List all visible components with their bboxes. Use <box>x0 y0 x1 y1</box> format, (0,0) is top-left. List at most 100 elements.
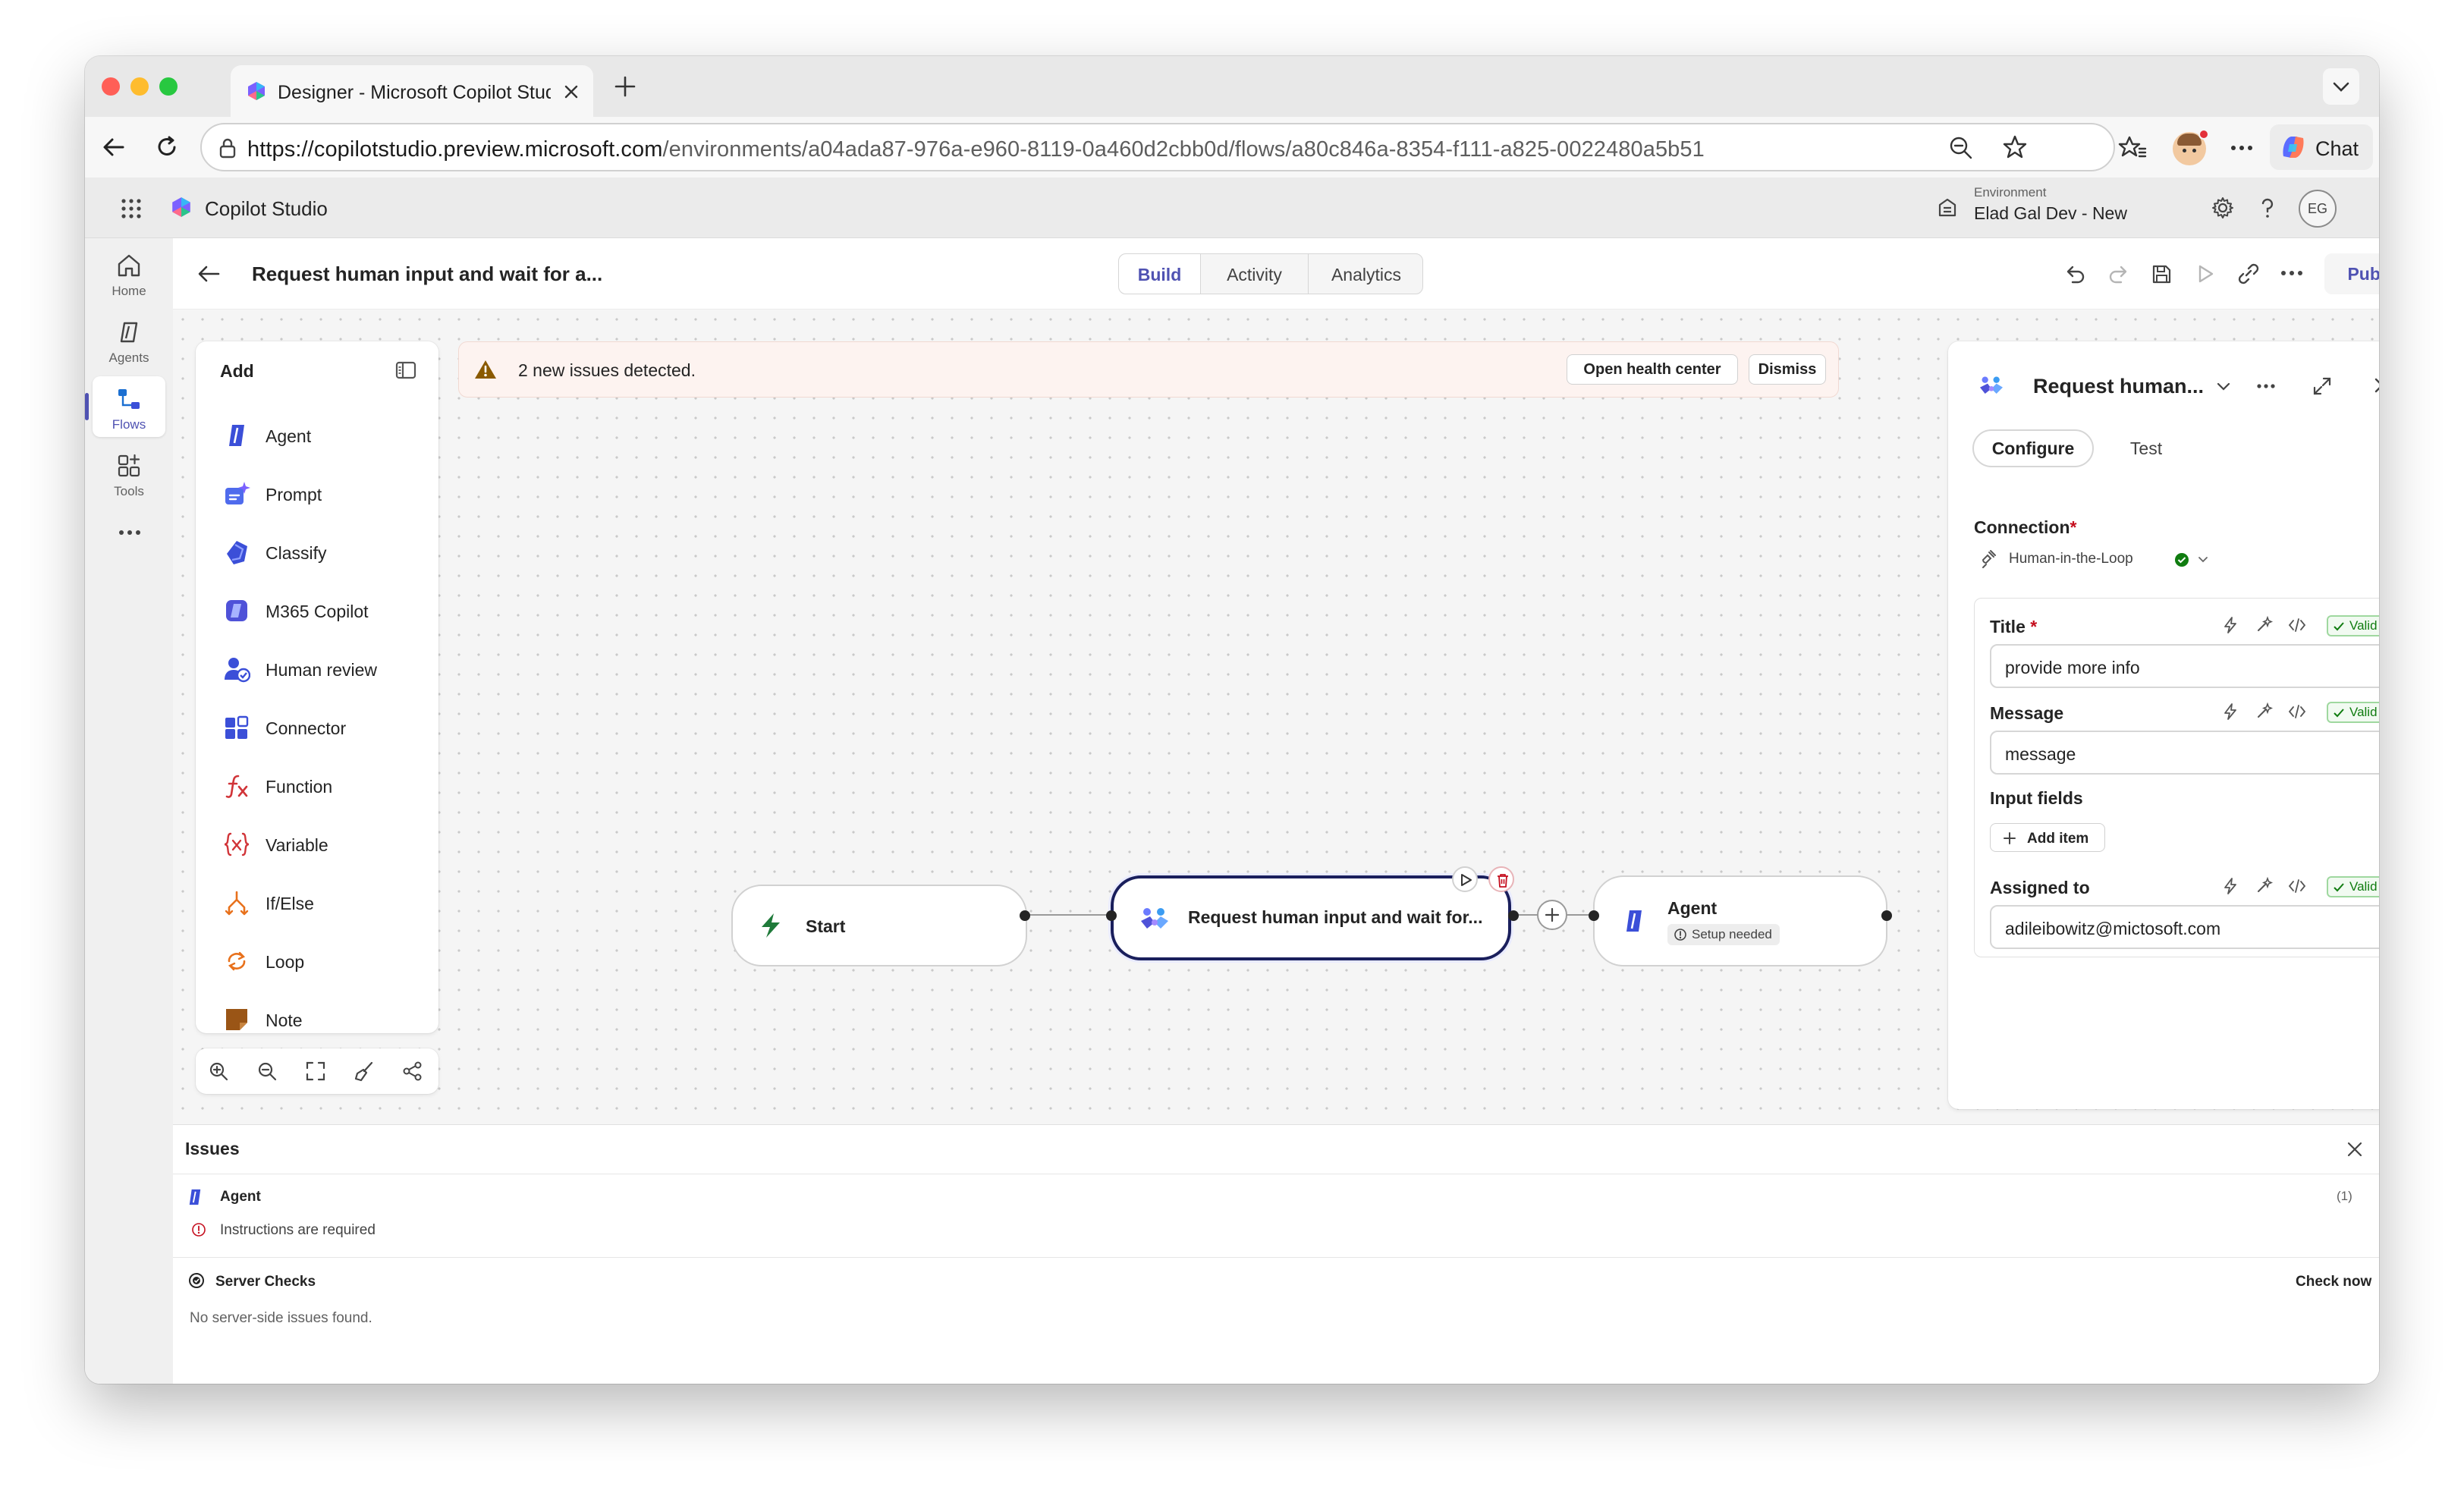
app-launcher-icon[interactable] <box>120 197 143 220</box>
plus-icon <box>2004 832 2016 844</box>
title-label: Title * <box>1990 617 2037 637</box>
ai-suggest-icon[interactable] <box>2254 702 2274 721</box>
required-mark: * <box>2030 617 2038 636</box>
flow-node-request-human-input[interactable]: Request human input and wait for... <box>1111 875 1511 960</box>
favorites-icon[interactable] <box>2118 134 2147 161</box>
server-check-icon <box>189 1273 204 1288</box>
share-link-icon[interactable] <box>2236 262 2261 285</box>
flow-title: Request human input and wait for a... <box>252 262 603 285</box>
flow-node-agent[interactable]: Agent Setup needed <box>1593 875 1887 966</box>
rail-item-home[interactable]: Home <box>93 243 165 303</box>
undo-icon[interactable] <box>2063 262 2086 285</box>
agent-icon <box>189 1189 201 1205</box>
flow-node-start[interactable]: Start <box>731 885 1027 966</box>
issue-item[interactable]: Instructions are required <box>191 1216 646 1243</box>
tab-activity-label: Activity <box>1227 265 1282 284</box>
zoom-out-icon[interactable] <box>1948 135 1974 161</box>
save-icon[interactable] <box>2150 262 2173 285</box>
assigned-to-input[interactable]: adileibowitz@mictosoft.com <box>1990 905 2379 949</box>
favorite-star-icon[interactable] <box>2001 134 2029 161</box>
browser-tab[interactable]: Designer - Microsoft Copilot Studio <box>231 65 593 117</box>
help-icon[interactable] <box>2256 196 2279 220</box>
chat-label: Chat <box>2315 137 2359 160</box>
tab-activity[interactable]: Activity <box>1201 254 1309 294</box>
dynamic-content-bolt-icon[interactable] <box>2220 876 2240 896</box>
dismiss-button[interactable]: Dismiss <box>1749 354 1826 385</box>
close-icon[interactable] <box>2373 376 2379 394</box>
connection-port[interactable] <box>1589 910 1599 921</box>
connection-port[interactable] <box>1020 910 1030 921</box>
connection-port[interactable] <box>1881 910 1892 921</box>
rail-item-flows[interactable]: Flows <box>85 376 165 437</box>
tab-list-button[interactable] <box>2323 68 2359 105</box>
close-tab-icon[interactable] <box>563 83 580 100</box>
copilot-studio-logo-icon <box>172 197 190 217</box>
back-arrow-icon[interactable] <box>196 262 222 285</box>
rail-item-agents[interactable]: Agents <box>93 310 165 370</box>
tab-test[interactable]: Test <box>2112 429 2180 467</box>
settings-gear-icon[interactable] <box>2211 196 2235 220</box>
tab-configure[interactable]: Configure <box>1972 429 2094 467</box>
expand-icon[interactable] <box>2312 376 2332 396</box>
title-label-text: Title <box>1990 617 2026 636</box>
environment-icon[interactable] <box>1936 196 1959 218</box>
plug-icon <box>1982 550 1996 568</box>
dynamic-content-bolt-icon[interactable] <box>2220 615 2240 635</box>
publish-button[interactable]: Publish <box>2324 253 2379 294</box>
code-expression-icon[interactable] <box>2287 876 2307 896</box>
connection-selector[interactable]: Human-in-the-Loop <box>1974 543 2232 574</box>
flow-canvas[interactable]: Add Agent Prompt Classify M365 Copilot H… <box>173 310 2379 1124</box>
run-node-button[interactable] <box>1452 866 1478 892</box>
title-input[interactable]: provide more info <box>1990 644 2379 688</box>
user-avatar[interactable]: EG <box>2299 190 2337 228</box>
redo-icon[interactable] <box>2107 262 2130 285</box>
valid-text: Valid <box>2349 705 2378 719</box>
browser-tab-bar: Designer - Microsoft Copilot Studio <box>85 56 2379 117</box>
ai-suggest-icon[interactable] <box>2254 615 2274 635</box>
lock-icon[interactable] <box>217 137 238 159</box>
chevron-down-icon <box>2198 557 2208 563</box>
flows-icon <box>118 389 140 409</box>
setup-needed-text: Setup needed <box>1692 927 1772 941</box>
url-text: https://copilotstudio.preview.microsoft.… <box>247 137 1705 162</box>
check-icon <box>2334 883 2344 892</box>
more-rail-items-icon[interactable] <box>118 528 141 537</box>
human-in-the-loop-icon <box>1980 376 2003 394</box>
issue-group-agent[interactable]: Agent (1) <box>185 1181 2370 1212</box>
chevron-down-icon[interactable] <box>2215 381 2232 393</box>
tab-analytics[interactable]: Analytics <box>1309 254 1424 294</box>
environment-name[interactable]: Elad Gal Dev - New <box>1974 203 2127 224</box>
close-icon[interactable] <box>2346 1140 2364 1158</box>
issues-panel: Issues Agent (1) Instructions are requir… <box>173 1124 2379 1384</box>
more-options-icon[interactable] <box>2256 381 2276 391</box>
browser-toolbar: https://copilotstudio.preview.microsoft.… <box>85 117 2379 178</box>
minimize-window-button[interactable] <box>130 77 149 96</box>
home-icon <box>118 254 140 277</box>
address-bar[interactable]: https://copilotstudio.preview.microsoft.… <box>200 123 2115 171</box>
code-expression-icon[interactable] <box>2287 702 2307 721</box>
code-expression-icon[interactable] <box>2287 615 2307 635</box>
copilot-chat-button[interactable]: Chat <box>2270 124 2373 170</box>
more-actions-icon[interactable] <box>2280 267 2303 279</box>
message-input[interactable]: message <box>1990 731 2379 775</box>
maximize-window-button[interactable] <box>159 77 178 96</box>
reload-icon[interactable] <box>153 134 181 161</box>
tab-build[interactable]: Build <box>1119 254 1201 294</box>
back-arrow-icon[interactable] <box>100 134 127 161</box>
add-item-button[interactable]: Add item <box>1990 823 2105 852</box>
active-indicator <box>85 393 89 420</box>
dynamic-content-bolt-icon[interactable] <box>2220 702 2240 721</box>
more-options-icon[interactable] <box>2229 137 2255 159</box>
connection-port[interactable] <box>1106 910 1117 921</box>
close-window-button[interactable] <box>102 77 120 96</box>
rail-item-tools[interactable]: Tools <box>93 443 165 504</box>
connection-label: Connection* <box>1974 517 2076 538</box>
add-step-button[interactable] <box>1537 900 1567 930</box>
new-tab-icon[interactable] <box>611 73 639 100</box>
check-now-button[interactable]: Check now <box>2296 1274 2371 1290</box>
command-bar: Request human input and wait for a... Bu… <box>173 238 2379 310</box>
ai-suggest-icon[interactable] <box>2254 876 2274 896</box>
run-play-icon[interactable] <box>2194 262 2217 285</box>
delete-node-button[interactable] <box>1488 866 1514 892</box>
connection-port[interactable] <box>1508 910 1519 921</box>
